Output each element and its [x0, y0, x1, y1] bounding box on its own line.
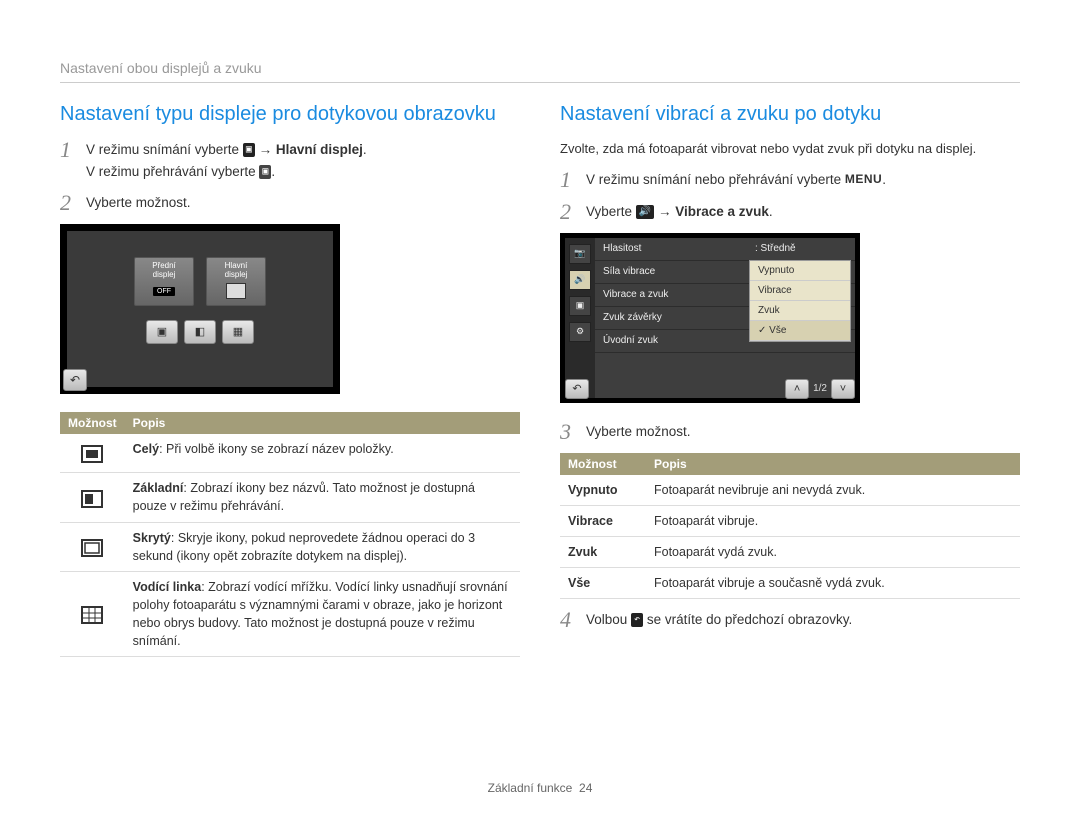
back-icon[interactable]: ↶	[565, 379, 589, 399]
table-header-option: Možnost	[60, 412, 125, 434]
table-header-desc: Popis	[125, 412, 520, 434]
display-type-screenshot: Přední displej OFF Hlavní displej ▣ ◧	[60, 224, 340, 394]
page-up-icon[interactable]: ˄	[785, 379, 809, 399]
vibration-sound-screenshot: 📷 🔊 ▣ ⚙ Hlasitost: Středně Síla vibrace …	[560, 233, 860, 403]
menu-icon: MENU	[845, 170, 882, 189]
main-display-tile[interactable]: Hlavní displej	[206, 257, 266, 306]
table-row: Vodící linka: Zobrazí vodící mřížku. Vod…	[125, 571, 520, 657]
right-column: Nastavení vibrací a zvuku po dotyku Zvol…	[560, 101, 1020, 769]
table-header-option: Možnost	[560, 453, 646, 475]
right-intro: Zvolte, zda má fotoaparát vibrovat nebo …	[560, 139, 1020, 159]
option-basic-icon	[60, 473, 125, 522]
sound-icon: 🔊	[636, 205, 654, 219]
step-number: 3	[560, 421, 576, 443]
playback-display-icon: ▣	[259, 165, 271, 179]
table-row: Vibrace	[560, 505, 646, 536]
step-number: 2	[60, 192, 76, 214]
table-row: Základní: Zobrazí ikony bez názvů. Tato …	[125, 473, 520, 522]
left-step2: Vyberte možnost.	[86, 192, 520, 214]
table-row: Vypnuto	[560, 475, 646, 506]
step-number: 2	[560, 201, 576, 223]
mode-basic-icon[interactable]: ◧	[184, 320, 216, 344]
right-step1: V režimu snímání nebo přehrávání vyberte…	[586, 169, 1020, 191]
left-options-table: Možnost Popis Celý: Při volbě ikony se z…	[60, 412, 520, 657]
left-step1: V režimu snímání vyberte ▣ → Hlavní disp…	[86, 139, 520, 182]
table-row: Zvuk	[560, 536, 646, 567]
step-number: 1	[560, 169, 576, 191]
left-column: Nastavení typu displeje pro dotykovou ob…	[60, 101, 520, 769]
breadcrumb: Nastavení obou displejů a zvuku	[60, 60, 1020, 83]
mode-full-icon[interactable]: ▣	[146, 320, 178, 344]
settings-tab-icon[interactable]: ⚙	[569, 322, 591, 342]
display-tab-icon[interactable]: ▣	[569, 296, 591, 316]
table-row: Celý: Při volbě ikony se zobrazí název p…	[125, 434, 520, 473]
right-options-table: Možnost Popis Vypnuto Fotoaparát nevibru…	[560, 453, 1020, 600]
option-guideline-icon	[60, 571, 125, 657]
page-down-icon[interactable]: ˅	[831, 379, 855, 399]
menu-list: Hlasitost: Středně Síla vibrace Vibrace …	[595, 238, 855, 398]
step-number: 1	[60, 139, 76, 161]
mode-grid-icon[interactable]: ▦	[222, 320, 254, 344]
page-footer: Základní funkce 24	[60, 769, 1020, 795]
menu-sidebar: 📷 🔊 ▣ ⚙	[565, 238, 595, 398]
camera-tab-icon[interactable]: 📷	[569, 244, 591, 264]
step-number: 4	[560, 609, 576, 631]
table-row: Skrytý: Skryje ikony, pokud neprovedete …	[125, 522, 520, 571]
table-row: Vše	[560, 567, 646, 598]
table-header-desc: Popis	[646, 453, 1020, 475]
sound-tab-icon[interactable]: 🔊	[569, 270, 591, 290]
back-icon: ↶	[631, 613, 643, 627]
page-indicator: 1/2	[813, 383, 827, 394]
right-section-title: Nastavení vibrací a zvuku po dotyku	[560, 101, 1020, 127]
option-hidden-icon	[60, 522, 125, 571]
options-popup[interactable]: Vypnuto Vibrace Zvuk ✓ Vše	[749, 260, 851, 342]
front-display-tile[interactable]: Přední displej OFF	[134, 257, 194, 306]
left-section-title: Nastavení typu displeje pro dotykovou ob…	[60, 101, 520, 127]
right-step2: Vyberte 🔊 → Vibrace a zvuk.	[586, 201, 1020, 223]
back-icon[interactable]: ↶	[63, 369, 87, 391]
option-full-icon	[60, 434, 125, 473]
right-step4: Volbou ↶ se vrátíte do předchozí obrazov…	[586, 609, 1020, 631]
display-mode-icon: ▣	[243, 143, 255, 157]
right-step3: Vyberte možnost.	[586, 421, 1020, 443]
